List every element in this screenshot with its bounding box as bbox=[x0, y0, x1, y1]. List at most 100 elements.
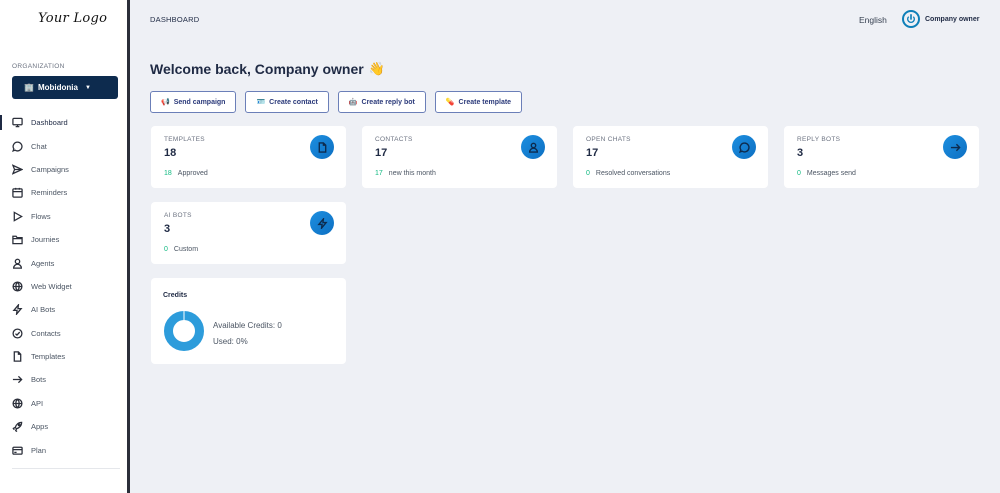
sidebar-item-label: Agents bbox=[31, 258, 55, 268]
power-icon bbox=[902, 10, 920, 28]
stat-sub-number: 0 bbox=[586, 170, 590, 177]
sidebar-item-agents[interactable]: Agents bbox=[0, 251, 127, 274]
sidebar-item-label: Journies bbox=[31, 235, 60, 245]
create-reply-bot-label: Create reply bot bbox=[361, 98, 415, 106]
sidebar-item-flows[interactable]: Flows bbox=[0, 205, 127, 228]
sidebar-item-label: Web Widget bbox=[31, 281, 72, 291]
id-card-icon: 🪪 bbox=[256, 99, 266, 106]
stat-label: REPLY BOTS bbox=[797, 136, 841, 143]
sidebar-item-plan[interactable]: Plan bbox=[0, 438, 127, 461]
quick-actions: 📢 Send campaign 🪪 Create contact 🤖 Creat… bbox=[150, 91, 523, 113]
used-credits: Used: 0% bbox=[213, 337, 248, 346]
calendar-icon bbox=[12, 187, 23, 199]
stat-sub: 17 new this month bbox=[375, 170, 436, 177]
sidebar-item-web-widget[interactable]: Web Widget bbox=[0, 275, 127, 298]
create-reply-bot-button[interactable]: 🤖 Create reply bot bbox=[337, 91, 426, 113]
available-credits: Available Credits: 0 bbox=[213, 321, 282, 330]
stat-label: AI BOTS bbox=[164, 212, 192, 219]
sidebar-item-ai-bots[interactable]: AI Bots bbox=[0, 298, 127, 321]
stat-sub: 0 Custom bbox=[164, 246, 198, 253]
user-name: Company owner bbox=[925, 15, 980, 23]
user-icon bbox=[12, 258, 23, 269]
play-icon bbox=[12, 211, 23, 222]
waving-hand-icon: 👋 bbox=[368, 61, 385, 76]
robot-icon: 🤖 bbox=[348, 99, 358, 106]
sidebar-item-api[interactable]: API bbox=[0, 392, 127, 415]
sidebar-item-label: Contacts bbox=[31, 328, 61, 338]
stat-label: TEMPLATES bbox=[164, 136, 205, 143]
sidebar-item-label: Reminders bbox=[31, 188, 68, 198]
bolt-icon bbox=[310, 211, 334, 235]
welcome-text: Welcome back, Company owner bbox=[150, 61, 364, 77]
megaphone-icon: 📢 bbox=[161, 99, 170, 106]
sidebar-item-dashboard[interactable]: Dashboard bbox=[0, 111, 127, 134]
stat-sub-number: 17 bbox=[375, 170, 383, 177]
send-campaign-button[interactable]: 📢 Send campaign bbox=[150, 91, 237, 113]
organization-name: Mobidonia bbox=[37, 83, 78, 92]
sidebar-nav: Dashboard Chat Campaigns Reminders Flows… bbox=[0, 111, 127, 462]
sidebar-item-journies[interactable]: Journies bbox=[0, 228, 127, 251]
sidebar-item-templates[interactable]: Templates bbox=[0, 345, 127, 368]
globe-icon bbox=[12, 281, 23, 292]
stat-card-ai-bots[interactable]: AI BOTS 3 0 Custom bbox=[151, 202, 346, 264]
sidebar-item-label: Dashboard bbox=[31, 118, 68, 128]
sidebar-item-label: Apps bbox=[31, 422, 49, 432]
chat-bubble-icon bbox=[732, 135, 756, 159]
stat-sub-number: 0 bbox=[164, 246, 168, 253]
sidebar-item-contacts[interactable]: Contacts bbox=[0, 322, 127, 345]
stat-sub-number: 18 bbox=[164, 170, 172, 177]
pill-icon: 💊 bbox=[445, 99, 455, 106]
user-icon bbox=[521, 135, 545, 159]
create-contact-label: Create contact bbox=[269, 98, 318, 106]
bolt-icon bbox=[12, 304, 23, 316]
create-template-button[interactable]: 💊 Create template bbox=[434, 91, 523, 113]
stat-label: CONTACTS bbox=[375, 136, 413, 143]
organization-dropdown[interactable]: 🏢 Mobidonia ▼ bbox=[12, 76, 118, 99]
sidebar-item-label: Bots bbox=[31, 375, 47, 385]
rocket-icon bbox=[12, 421, 23, 433]
stat-sub-text: Messages send bbox=[806, 170, 856, 177]
globe-icon bbox=[12, 398, 23, 409]
page-title: Welcome back, Company owner 👋 bbox=[150, 61, 385, 77]
building-icon: 🏢 bbox=[24, 83, 34, 92]
credits-title: Credits bbox=[163, 292, 188, 299]
stat-sub-text: Resolved conversations bbox=[595, 170, 671, 177]
stat-label: OPEN CHATS bbox=[586, 136, 631, 143]
check-circle-icon bbox=[12, 328, 23, 339]
send-campaign-label: Send campaign bbox=[173, 98, 226, 106]
sidebar-item-campaigns[interactable]: Campaigns bbox=[0, 158, 127, 181]
stat-value: 17 bbox=[375, 147, 388, 159]
stat-sub: 0 Resolved conversations bbox=[586, 170, 670, 177]
sidebar-item-bots[interactable]: Bots bbox=[0, 368, 127, 391]
stat-value: 3 bbox=[797, 147, 804, 159]
user-menu[interactable]: Company owner bbox=[902, 10, 979, 28]
sidebar-item-reminders[interactable]: Reminders bbox=[0, 181, 127, 204]
sidebar-item-chat[interactable]: Chat bbox=[0, 134, 127, 157]
file-icon bbox=[310, 135, 334, 159]
stat-card-open-chats[interactable]: OPEN CHATS 17 0 Resolved conversations bbox=[573, 126, 768, 188]
credits-card: Credits Available Credits: 0 Used: 0% bbox=[151, 278, 346, 364]
sidebar-item-apps[interactable]: Apps bbox=[0, 415, 127, 438]
send-icon bbox=[12, 164, 23, 175]
sidebar-item-label: AI Bots bbox=[31, 305, 56, 315]
create-contact-button[interactable]: 🪪 Create contact bbox=[245, 91, 329, 113]
organization-label: ORGANIZATION bbox=[12, 63, 65, 70]
credit-card-icon bbox=[12, 445, 23, 456]
sidebar-item-label: Flows bbox=[31, 211, 51, 221]
sidebar: Your Logo ORGANIZATION 🏢 Mobidonia ▼ Das… bbox=[0, 0, 130, 493]
sidebar-item-label: API bbox=[31, 398, 44, 408]
stat-card-templates[interactable]: TEMPLATES 18 18 Approved bbox=[151, 126, 346, 188]
arrow-right-icon bbox=[943, 135, 967, 159]
stat-sub-number: 0 bbox=[797, 170, 801, 177]
credits-donut-chart bbox=[164, 311, 204, 351]
language-selector[interactable]: English bbox=[859, 15, 887, 25]
stat-card-reply-bots[interactable]: REPLY BOTS 3 0 Messages send bbox=[784, 126, 979, 188]
stat-sub-text: Custom bbox=[173, 246, 199, 253]
app-logo: Your Logo bbox=[38, 11, 108, 26]
stat-card-contacts[interactable]: CONTACTS 17 17 new this month bbox=[362, 126, 557, 188]
stat-sub: 0 Messages send bbox=[797, 170, 856, 177]
stat-sub-text: new this month bbox=[388, 170, 436, 177]
stat-value: 17 bbox=[586, 147, 599, 159]
stat-sub: 18 Approved bbox=[164, 170, 208, 177]
monitor-icon bbox=[12, 117, 23, 128]
